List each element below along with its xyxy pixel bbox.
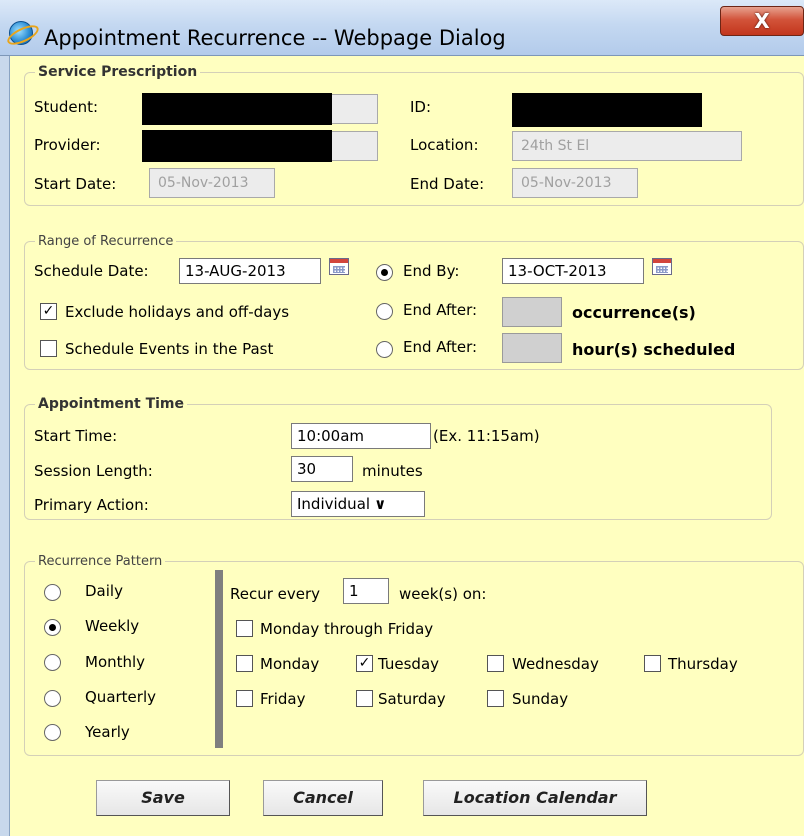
- schedule-date-calendar-icon[interactable]: [329, 258, 349, 275]
- cancel-button[interactable]: Cancel: [263, 780, 383, 816]
- id-redaction: [512, 93, 702, 127]
- hours-scheduled-label: hour(s) scheduled: [572, 340, 736, 359]
- past-events-checkbox[interactable]: [40, 340, 57, 357]
- saturday-label: Saturday: [378, 690, 446, 708]
- provider-redaction: [142, 130, 332, 162]
- mon-fri-label: Monday through Friday: [260, 620, 434, 638]
- range-of-recurrence-legend: Range of Recurrence: [38, 234, 174, 249]
- end-by-calendar-icon[interactable]: [652, 258, 672, 275]
- monday-checkbox[interactable]: [236, 655, 253, 672]
- appointment-time-legend: Appointment Time: [38, 396, 185, 412]
- pattern-weekly-label: Weekly: [85, 617, 140, 635]
- window-border: [0, 56, 10, 836]
- primary-action-value: Individual: [297, 495, 371, 513]
- weeks-on-label: week(s) on:: [399, 585, 487, 603]
- hours-input[interactable]: [502, 333, 562, 363]
- pattern-daily-label: Daily: [85, 582, 123, 600]
- end-after-occurrences-radio[interactable]: [376, 303, 393, 320]
- service-prescription-legend: Service Prescription: [38, 64, 198, 80]
- tuesday-label: Tuesday: [378, 655, 440, 673]
- end-date-label: End Date:: [410, 175, 485, 193]
- provider-label: Provider:: [34, 136, 101, 154]
- pattern-quarterly-label: Quarterly: [85, 688, 156, 706]
- start-date-field: 05-Nov-2013: [149, 168, 275, 198]
- title-bar: Appointment Recurrence -- Webpage Dialog…: [0, 0, 804, 56]
- minutes-label: minutes: [362, 462, 423, 480]
- primary-action-label: Primary Action:: [34, 496, 149, 514]
- end-after-hours-label: End After:: [403, 338, 478, 356]
- schedule-date-label: Schedule Date:: [34, 262, 149, 280]
- occurrences-input[interactable]: [502, 297, 562, 327]
- end-by-radio[interactable]: [376, 264, 393, 281]
- start-time-label: Start Time:: [34, 427, 118, 445]
- student-label: Student:: [34, 98, 99, 116]
- start-time-hint: (Ex. 11:15am): [433, 427, 540, 445]
- id-label: ID:: [410, 98, 432, 116]
- student-redaction: [142, 93, 332, 125]
- friday-checkbox[interactable]: [236, 690, 253, 707]
- sunday-label: Sunday: [512, 690, 569, 708]
- pattern-daily-radio[interactable]: [44, 584, 61, 601]
- tuesday-checkbox[interactable]: ✓: [356, 655, 373, 672]
- primary-action-select[interactable]: Individual ∨: [291, 491, 425, 517]
- pattern-quarterly-radio[interactable]: [44, 690, 61, 707]
- schedule-date-input[interactable]: 13-AUG-2013: [179, 258, 321, 284]
- window-title: Appointment Recurrence -- Webpage Dialog: [44, 26, 506, 50]
- location-calendar-button[interactable]: Location Calendar: [423, 780, 647, 816]
- location-label: Location:: [410, 136, 479, 154]
- wednesday-checkbox[interactable]: [487, 655, 504, 672]
- pattern-monthly-radio[interactable]: [44, 654, 61, 671]
- close-button[interactable]: X: [720, 6, 804, 36]
- end-date-field: 05-Nov-2013: [512, 168, 638, 198]
- friday-label: Friday: [260, 690, 306, 708]
- end-after-hours-radio[interactable]: [376, 341, 393, 358]
- pattern-yearly-label: Yearly: [85, 723, 130, 741]
- past-events-label: Schedule Events in the Past: [65, 340, 274, 358]
- recurrence-pattern-legend: Recurrence Pattern: [38, 554, 163, 569]
- monday-label: Monday: [260, 655, 320, 673]
- occurrences-label: occurrence(s): [572, 303, 696, 322]
- session-length-input[interactable]: 30: [291, 456, 353, 482]
- thursday-label: Thursday: [668, 655, 738, 673]
- pattern-weekly-radio[interactable]: [44, 619, 61, 636]
- session-length-label: Session Length:: [34, 462, 153, 480]
- pattern-separator: [215, 570, 223, 748]
- end-after-label: End After:: [403, 301, 478, 319]
- saturday-checkbox[interactable]: [356, 690, 373, 707]
- sunday-checkbox[interactable]: [487, 690, 504, 707]
- recur-every-label: Recur every: [230, 585, 321, 603]
- pattern-yearly-radio[interactable]: [44, 724, 61, 741]
- internet-explorer-icon: [9, 21, 33, 45]
- location-field: 24th St El: [512, 131, 742, 161]
- pattern-monthly-label: Monthly: [85, 653, 146, 671]
- save-button[interactable]: Save: [96, 780, 230, 816]
- start-date-label: Start Date:: [34, 175, 117, 193]
- end-by-label: End By:: [403, 262, 460, 280]
- mon-fri-checkbox[interactable]: [236, 620, 253, 637]
- thursday-checkbox[interactable]: [644, 655, 661, 672]
- end-by-input[interactable]: 13-OCT-2013: [502, 258, 644, 284]
- recur-every-input[interactable]: 1: [343, 578, 389, 604]
- exclude-holidays-label: Exclude holidays and off-days: [65, 303, 290, 321]
- exclude-holidays-checkbox[interactable]: ✓: [40, 303, 57, 320]
- chevron-down-icon: ∨: [374, 495, 387, 513]
- start-time-input[interactable]: 10:00am: [291, 423, 431, 449]
- wednesday-label: Wednesday: [512, 655, 599, 673]
